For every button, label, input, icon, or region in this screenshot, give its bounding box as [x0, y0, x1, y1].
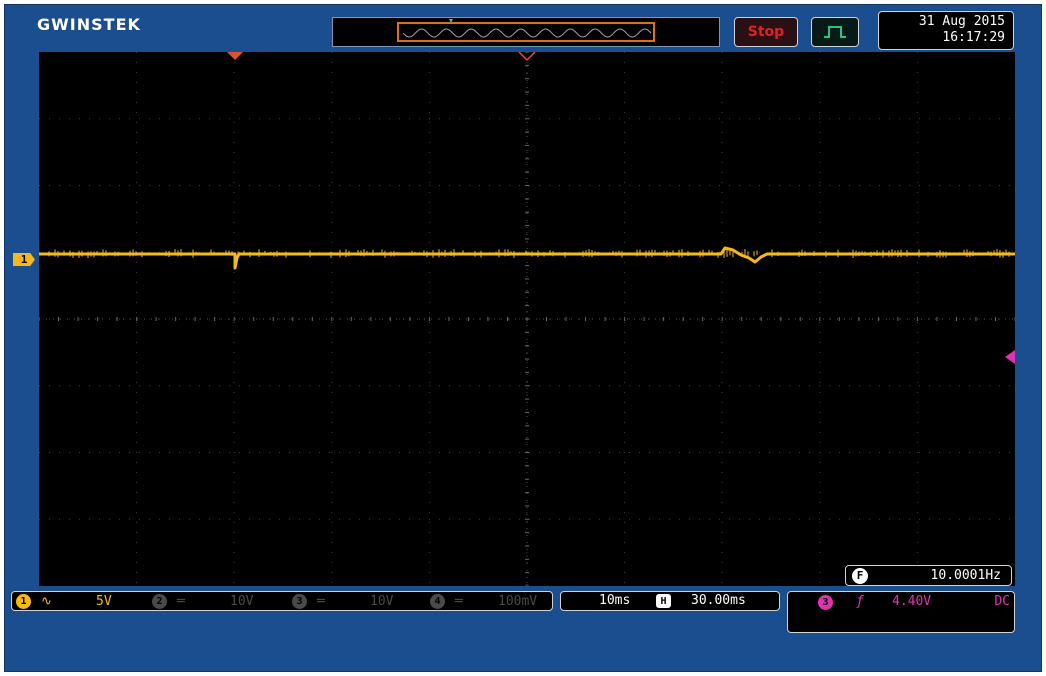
trigger-source-icon: 3: [818, 595, 833, 610]
date-text: 31 Aug 2015: [918, 14, 1005, 29]
center-position-marker: [518, 52, 536, 62]
overview-view-window[interactable]: [397, 22, 655, 42]
oscilloscope-frame: GWINSTEK Stop 31 Aug 2015 16:17:29 1 F 1…: [4, 4, 1042, 672]
trigger-mode-indicator[interactable]: [811, 17, 859, 47]
run-stop-status[interactable]: Stop: [734, 17, 798, 47]
channel-4-status[interactable]: 4 ═ 100mV: [430, 592, 537, 610]
channel-2-vdiv: 10V: [230, 593, 254, 609]
channel-4-vdiv: 100mV: [498, 593, 538, 609]
trigger-markers: [227, 52, 536, 62]
ac-coupling-icon: ∿: [41, 593, 52, 609]
horizontal-position-value: 30.00ms: [691, 593, 746, 608]
trigger-level-value: 4.40V: [892, 594, 932, 609]
time-per-division: 10ms: [599, 593, 631, 608]
channel-3-icon: 3: [292, 593, 307, 609]
dc-coupling-icon: ═: [317, 593, 325, 609]
dc-coupling-icon: ═: [455, 593, 463, 609]
trigger-position-marker: [227, 52, 243, 60]
timebase-status-bar[interactable]: 10ms H 30.00ms: [560, 591, 780, 611]
date-time-display: 31 Aug 2015 16:17:29: [878, 11, 1014, 50]
channel-1-ground-marker[interactable]: 1: [13, 253, 35, 266]
channel-status-bar[interactable]: 1 ∿ 5V 2 ═ 10V 3 ═ 10V 4 ═ 100mV: [11, 591, 553, 611]
frequency-value: 10.0001Hz: [930, 568, 1001, 583]
trigger-coupling: DC: [994, 594, 1010, 609]
horizontal-position-icon: H: [656, 594, 671, 608]
channel-2-icon: 2: [152, 593, 167, 609]
channel-1-icon: 1: [16, 593, 31, 609]
channel-4-icon: 4: [430, 593, 445, 609]
memory-overview-bar[interactable]: [332, 17, 720, 47]
channel-3-status[interactable]: 3 ═ 10V: [292, 592, 393, 610]
channel-1-vdiv: 5V: [96, 593, 112, 609]
rising-edge-icon: ƒ: [856, 594, 864, 609]
time-text: 16:17:29: [942, 30, 1005, 45]
channel-2-status[interactable]: 2 ═ 10V: [152, 592, 253, 610]
channel-3-vdiv: 10V: [370, 593, 394, 609]
frequency-icon: F: [852, 567, 868, 584]
frequency-counter: F 10.0001Hz: [845, 565, 1012, 586]
trigger-status-bar[interactable]: 3 ƒ 4.40V DC: [787, 591, 1015, 633]
dc-coupling-icon: ═: [177, 593, 185, 609]
brand-logo: GWINSTEK: [37, 15, 141, 34]
channel-1-status[interactable]: 1 ∿ 5V: [16, 592, 112, 610]
single-pulse-icon: [824, 26, 846, 38]
waveform-display[interactable]: [39, 52, 1015, 586]
